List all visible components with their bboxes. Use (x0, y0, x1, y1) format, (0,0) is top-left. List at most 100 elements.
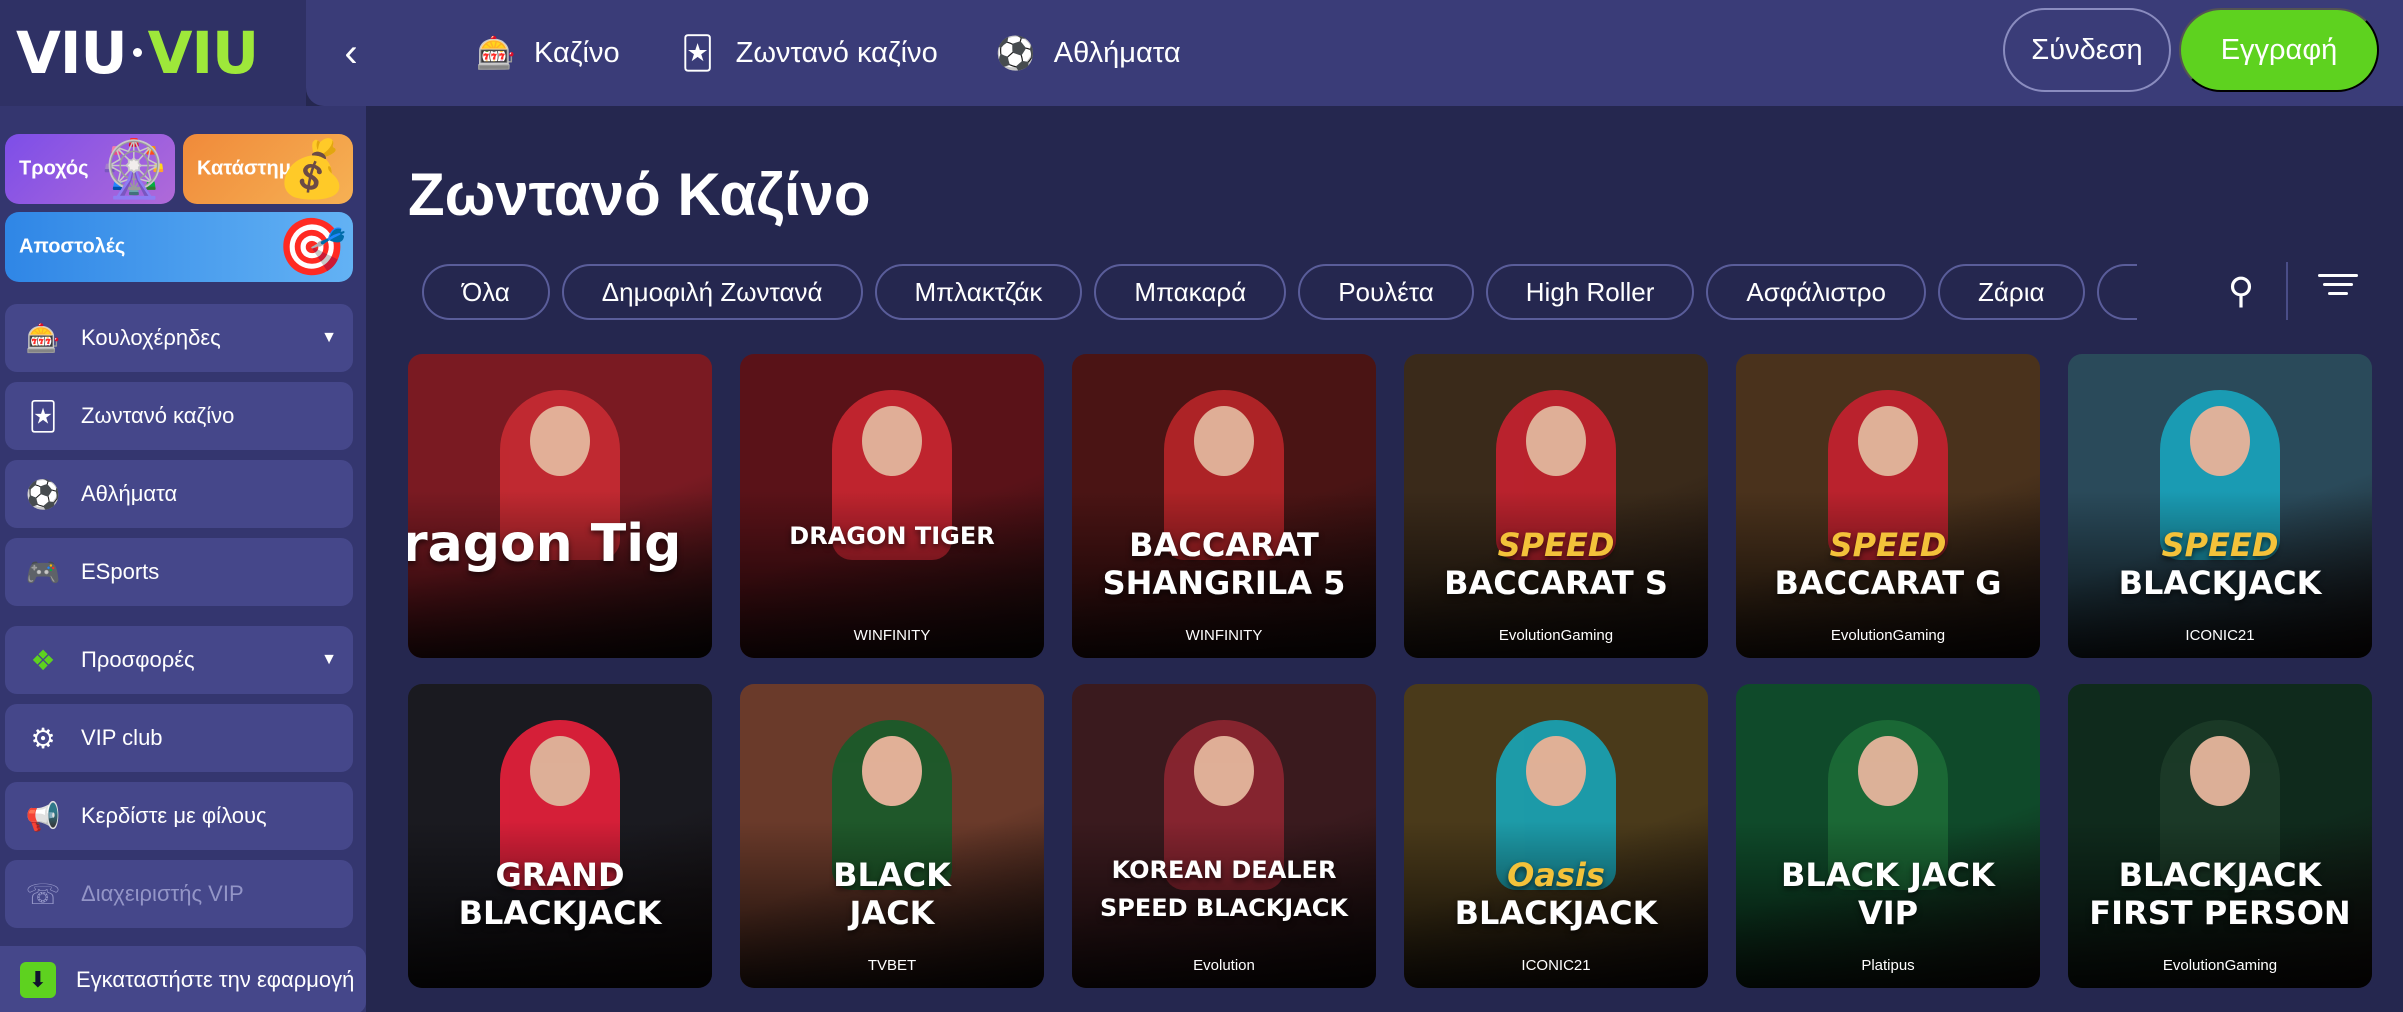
sidebar-item-label: Ζωντανό καζίνο (81, 403, 235, 428)
back-button[interactable]: ‹ (326, 28, 376, 78)
nav-item-sports[interactable]: ⚽ Αθλήματα (996, 33, 1181, 73)
site-logo[interactable]: VIU VIU (16, 19, 260, 87)
filter-chip-blackjack[interactable]: Μπλακτζάκ (874, 264, 1083, 320)
filter-chip-high-roller[interactable]: High Roller (1485, 264, 1695, 320)
game-provider: WINFINITY (1185, 627, 1263, 644)
sidebar-item-vip-manager[interactable]: ☏ Διαχειριστής VIP (5, 860, 353, 928)
category-filters: Όλα Δημοφιλή Ζωντανά Μπλακτζάκ Μπακαρά Ρ… (422, 264, 2137, 320)
sidebar-item-sports[interactable]: ⚽ Αθλήματα (5, 460, 353, 528)
football-icon: ⚽ (995, 35, 1036, 71)
sidebar-item-slots[interactable]: 🎰 Κουλοχέρηδες ▼ (5, 304, 353, 372)
game-tile[interactable]: Oasis BLACKJACK ICONIC21 (1404, 684, 1708, 988)
game-subtitle: BACCARAT G (1774, 564, 2002, 602)
football-icon: ⚽ (25, 478, 61, 510)
filter-chip-all[interactable]: Όλα (422, 264, 550, 320)
game-tile[interactable]: BLACK JACK VIP Platipus (1736, 684, 2040, 988)
game-tile[interactable]: DRAGON TIGER WINFINITY (740, 354, 1044, 658)
filter-chip-roulette[interactable]: Ρουλέτα (1298, 264, 1474, 320)
game-provider: Platipus (1861, 957, 1915, 974)
game-tile[interactable]: BLACKJACK FIRST PERSON EvolutionGaming (2068, 684, 2372, 988)
game-tile[interactable]: ragon Tig (408, 354, 712, 658)
game-tile[interactable]: GRAND BLACKJACK (408, 684, 712, 988)
game-tile[interactable]: SPEED BACCARAT S EvolutionGaming (1404, 354, 1708, 658)
game-title: GRAND (495, 856, 625, 894)
game-title: DRAGON TIGER (789, 522, 995, 550)
slot-machine-icon: 🎰 (476, 35, 516, 71)
sidebar-item-label: Κουλοχέρηδες (81, 325, 221, 350)
register-button[interactable]: Εγγραφή (2179, 8, 2379, 92)
slots-icon: 🎰 (25, 322, 61, 354)
nav-item-live-casino[interactable]: 🃏 Ζωντανό καζίνο (678, 33, 938, 73)
sidebar-item-label: Εγκαταστήστε την εφαρμογή (76, 967, 355, 992)
game-provider: ICONIC21 (1521, 957, 1591, 974)
game-subtitle: SPEED BLACKJACK (1099, 894, 1349, 922)
filter-chip-popular-live[interactable]: Δημοφιλή Ζωντανά (561, 264, 863, 320)
game-title: BLACK (833, 856, 951, 894)
sidebar-item-promotions[interactable]: ❖ Προσφορές ▼ (5, 626, 353, 694)
search-icon: ⚲ (2227, 270, 2255, 311)
filter-button[interactable] (2310, 268, 2366, 314)
game-subtitle: BLACKJACK (2118, 564, 2322, 602)
logo-area: VIU VIU (0, 0, 306, 106)
nav-item-label: Καζίνο (534, 36, 620, 69)
game-provider: TVBET (867, 957, 917, 974)
cards-icon: 🃏 (28, 400, 58, 432)
sidebar-item-label: Διαχειριστής VIP (81, 881, 244, 906)
sidebar-item-vip-club[interactable]: ⚙ VIP club (5, 704, 353, 772)
filter-chip-insurance[interactable]: Ασφάλιστρο (1706, 264, 1926, 320)
vip-icon: ⚙ (30, 722, 56, 754)
filter-chip-baccarat[interactable]: Μπακαρά (1094, 264, 1287, 320)
game-subtitle: BACCARAT S (1444, 564, 1668, 602)
sidebar-item-label: Κερδίστε με φίλους (81, 803, 267, 828)
game-tile[interactable]: KOREAN DEALER SPEED BLACKJACK Evolution (1072, 684, 1376, 988)
filter-chip-dice[interactable]: Ζάρια (1938, 264, 2085, 320)
game-tile[interactable]: SPEED BACCARAT G EvolutionGaming (1736, 354, 2040, 658)
game-title: SPEED (1829, 526, 1947, 564)
caret-down-icon: ▼ (321, 651, 337, 668)
game-title: Oasis (1507, 856, 1605, 894)
promo-wheel[interactable]: Τροχός 🎡 (5, 134, 175, 204)
sidebar-item-label: ESports (81, 559, 160, 584)
sidebar-item-refer-friends[interactable]: 📢 Κερδίστε με φίλους (5, 782, 353, 850)
filter-chip-more[interactable] (2096, 264, 2137, 320)
game-title: BLACKJACK (2118, 856, 2322, 894)
game-subtitle: VIP (1857, 894, 1919, 932)
game-provider: EvolutionGaming (1830, 627, 1946, 644)
game-title: BLACK JACK (1781, 856, 1995, 894)
game-provider: Evolution (1193, 957, 1255, 974)
download-icon: ⬇ (20, 962, 56, 998)
page-title: Ζωντανό Καζίνο (408, 161, 871, 228)
sidebar-item-install-app[interactable]: ⬇ Εγκαταστήστε την εφαρμογή (0, 946, 366, 1012)
game-grid: ragon Tig DRAGON TIGER WINFINITY BACCARAT SH… (408, 354, 2372, 988)
divider (2286, 262, 2288, 320)
gamepad-icon: 🎮 (25, 556, 61, 588)
login-button[interactable]: Σύνδεση (2003, 8, 2171, 92)
nav-item-casino[interactable]: 🎰 Καζίνο (476, 33, 620, 73)
sidebar-item-live-casino[interactable]: 🃏 Ζωντανό καζίνο (5, 382, 353, 450)
game-title: SPEED (2161, 526, 2279, 564)
game-tile[interactable]: SPEED BLACKJACK ICONIC21 (2068, 354, 2372, 658)
logo-part-2: VIU (147, 19, 260, 87)
promo-missions[interactable]: Αποστολές 🎯 (5, 212, 353, 282)
megaphone-icon: 📢 (25, 800, 61, 832)
search-button[interactable]: ⚲ (2216, 266, 2266, 316)
game-tile[interactable]: BLACK JACK TVBET (740, 684, 1044, 988)
nav-item-label: Ζωντανό καζίνο (735, 36, 938, 69)
top-bar: ‹ 🎰 Καζίνο 🃏 Ζωντανό καζίνο ⚽ Αθλήματα Σ… (306, 0, 2403, 106)
game-title: BACCARAT (1129, 526, 1319, 564)
logo-dot (132, 47, 142, 57)
sidebar-item-label: VIP club (81, 725, 163, 750)
game-title: KOREAN DEALER (1111, 856, 1337, 884)
wheel-icon: 🎡 (99, 137, 169, 200)
target-icon: 🎯 (277, 215, 347, 278)
sidebar: Τροχός 🎡 Κατάστημα 💰 Αποστολές 🎯 🎰 Κουλο… (0, 106, 366, 1012)
game-subtitle: FIRST PERSON (2089, 894, 2351, 932)
sidebar-item-esports[interactable]: 🎮 ESports (5, 538, 353, 606)
promo-missions-label: Αποστολές (19, 235, 126, 258)
promo-shop[interactable]: Κατάστημα 💰 (183, 134, 353, 204)
game-tile[interactable]: BACCARAT SHANGRILA 5 WINFINITY (1072, 354, 1376, 658)
sidebar-item-label: Προσφορές (81, 647, 195, 672)
sidebar-item-label: Αθλήματα (81, 481, 178, 506)
money-bag-icon: 💰 (277, 137, 347, 200)
game-provider: ICONIC21 (2185, 627, 2255, 644)
